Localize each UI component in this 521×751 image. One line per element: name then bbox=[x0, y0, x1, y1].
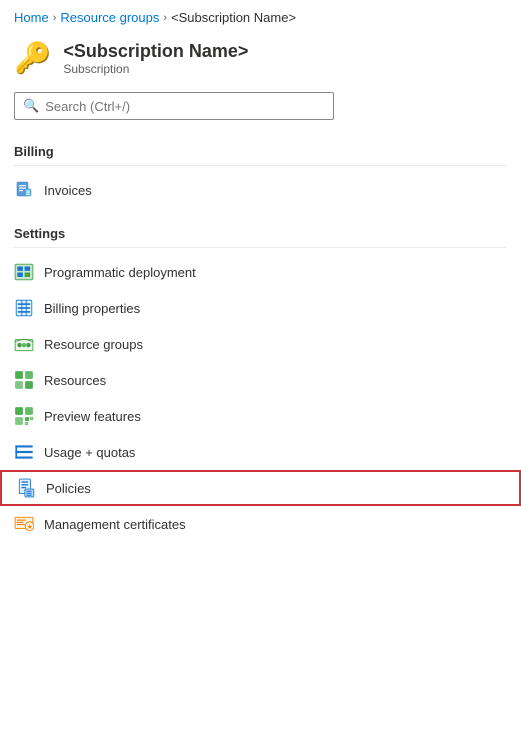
menu-item-policies[interactable]: Policies bbox=[0, 470, 521, 506]
billing-properties-label: Billing properties bbox=[44, 301, 140, 316]
resource-groups-label: Resource groups bbox=[44, 337, 143, 352]
breadcrumb-sep2: › bbox=[163, 12, 167, 24]
search-icon: 🔍 bbox=[23, 98, 39, 114]
policies-icon bbox=[16, 478, 36, 498]
search-input[interactable] bbox=[45, 99, 325, 114]
section-header-settings: Settings bbox=[0, 216, 521, 245]
search-container: 🔍 bbox=[0, 88, 521, 134]
resource-groups-icon bbox=[14, 334, 34, 354]
breadcrumb-home[interactable]: Home bbox=[14, 10, 49, 25]
menu-item-invoices[interactable]: Invoices bbox=[0, 172, 521, 208]
menu-item-programmatic-deployment[interactable]: Programmatic deployment bbox=[0, 254, 521, 290]
resources-icon bbox=[14, 370, 34, 390]
breadcrumb-resource-groups[interactable]: Resource groups bbox=[60, 10, 159, 25]
menu-item-billing-properties[interactable]: Billing properties bbox=[0, 290, 521, 326]
menu-item-resources[interactable]: Resources bbox=[0, 362, 521, 398]
management-certificates-label: Management certificates bbox=[44, 517, 186, 532]
management-certificates-icon: ★ bbox=[14, 514, 34, 534]
menu-item-preview-features[interactable]: Preview features bbox=[0, 398, 521, 434]
resources-label: Resources bbox=[44, 373, 106, 388]
page-header: 🔑 <Subscription Name> Subscription bbox=[0, 33, 521, 88]
policies-label: Policies bbox=[46, 481, 91, 496]
breadcrumb: Home › Resource groups › <Subscription N… bbox=[0, 0, 521, 33]
usage-quotas-icon bbox=[14, 442, 34, 462]
page-title: <Subscription Name> bbox=[63, 41, 248, 62]
menu-item-management-certificates[interactable]: ★ Management certificates bbox=[0, 506, 521, 542]
section-header-billing: Billing bbox=[0, 134, 521, 163]
menu-item-usage-quotas[interactable]: Usage + quotas bbox=[0, 434, 521, 470]
page-subtitle: Subscription bbox=[63, 62, 248, 76]
billing-properties-icon bbox=[14, 298, 34, 318]
breadcrumb-current: <Subscription Name> bbox=[171, 10, 296, 25]
section-divider-billing bbox=[14, 165, 507, 166]
section-divider-settings bbox=[14, 247, 507, 248]
invoices-icon bbox=[14, 180, 34, 200]
settings-section: Settings bbox=[0, 216, 521, 248]
subscription-icon: 🔑 bbox=[14, 44, 51, 74]
header-info: <Subscription Name> Subscription bbox=[63, 41, 248, 76]
menu-item-resource-groups[interactable]: Resource groups bbox=[0, 326, 521, 362]
preview-features-label: Preview features bbox=[44, 409, 141, 424]
invoices-label: Invoices bbox=[44, 183, 92, 198]
programmatic-deployment-icon bbox=[14, 262, 34, 282]
preview-features-icon bbox=[14, 406, 34, 426]
usage-quotas-label: Usage + quotas bbox=[44, 445, 135, 460]
programmatic-deployment-label: Programmatic deployment bbox=[44, 265, 196, 280]
breadcrumb-sep1: › bbox=[53, 12, 57, 24]
search-box[interactable]: 🔍 bbox=[14, 92, 334, 120]
